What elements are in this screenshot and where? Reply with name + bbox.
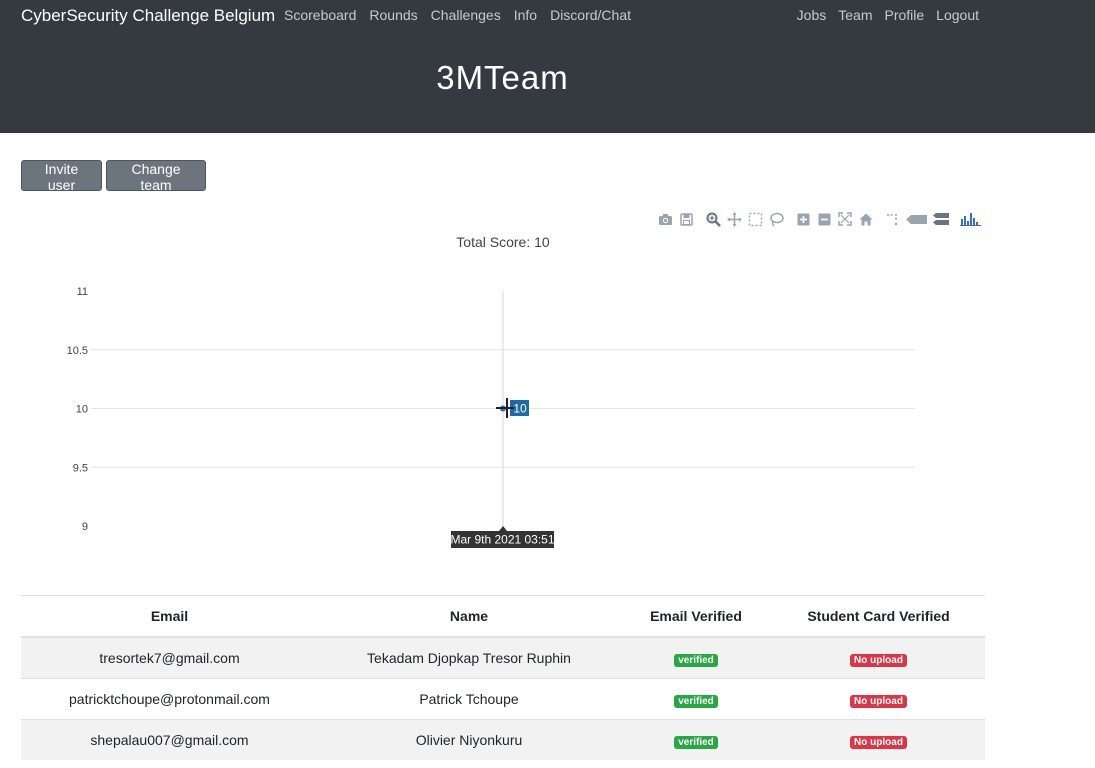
box-select-icon[interactable] xyxy=(747,211,763,227)
cell-email: tresortek7@gmail.com xyxy=(21,636,318,679)
top-navbar: CyberSecurity Challenge Belgium Scoreboa… xyxy=(0,0,1095,133)
y-tick-label: 11 xyxy=(77,286,88,298)
camera-icon[interactable] xyxy=(657,211,673,227)
table-row: tresortek7@gmail.com Tekadam Djopkap Tre… xyxy=(21,636,985,679)
table-row: patricktchoupe@protonmail.com Patrick Tc… xyxy=(21,678,985,720)
student-card-badge: No upload xyxy=(850,653,907,667)
y-tick-label: 10.5 xyxy=(67,345,88,357)
header-name: Name xyxy=(318,595,620,638)
zoom-out-icon[interactable] xyxy=(816,211,832,227)
spike-lines-icon[interactable] xyxy=(885,211,901,227)
invite-user-button[interactable]: Invite user xyxy=(21,160,102,193)
hover-x-text: Mar 9th 2021 03:51 xyxy=(450,533,554,547)
header-email-verified: Email Verified xyxy=(620,595,772,638)
table-row: shepalau007@gmail.com Olivier Niyonkuru … xyxy=(21,719,985,760)
email-verified-badge: verified xyxy=(674,694,718,708)
hover-closest-icon[interactable] xyxy=(906,211,928,227)
brand-link[interactable]: CyberSecurity Challenge Belgium xyxy=(21,6,275,26)
pan-icon[interactable] xyxy=(726,211,742,227)
autoscale-icon[interactable] xyxy=(837,211,853,227)
team-members-table: Email Name Email Verified Student Card V… xyxy=(21,595,985,760)
reset-axes-icon[interactable] xyxy=(858,211,874,227)
zoom-in-icon[interactable] xyxy=(795,211,811,227)
lasso-select-icon[interactable] xyxy=(768,211,784,227)
y-axis-ticks: 11 10.5 10 9.5 9 xyxy=(67,286,88,533)
table-header-row: Email Name Email Verified Student Card V… xyxy=(21,595,985,638)
page-title: 3MTeam xyxy=(436,59,569,96)
email-verified-badge: verified xyxy=(674,735,718,749)
header-student-card-verified: Student Card Verified xyxy=(772,595,985,638)
nav-challenges[interactable]: Challenges xyxy=(431,7,501,23)
student-card-badge: No upload xyxy=(850,735,907,749)
chart-modebar xyxy=(657,211,987,227)
nav-left-group: Scoreboard Rounds Challenges Info Discor… xyxy=(284,7,631,23)
nav-jobs[interactable]: Jobs xyxy=(797,7,827,23)
zoom-icon[interactable] xyxy=(705,211,721,227)
nav-discord-chat[interactable]: Discord/Chat xyxy=(550,7,631,23)
header-email: Email xyxy=(21,595,318,638)
nav-profile[interactable]: Profile xyxy=(884,7,924,23)
nav-info[interactable]: Info xyxy=(514,7,537,23)
student-card-badge: No upload xyxy=(850,694,907,708)
hover-x-label: Mar 9th 2021 03:51 xyxy=(450,526,555,548)
score-chart[interactable]: Total Score: 10 11 10.5 10 9.5 9 10 Mar 9th … xyxy=(21,230,985,560)
nav-team[interactable]: Team xyxy=(838,7,872,23)
cell-name: Olivier Niyonkuru xyxy=(318,719,620,760)
change-team-button[interactable]: Change team xyxy=(106,160,206,193)
cell-email: patricktchoupe@protonmail.com xyxy=(21,678,318,720)
nav-rounds[interactable]: Rounds xyxy=(369,7,417,23)
nav-scoreboard[interactable]: Scoreboard xyxy=(284,7,356,23)
hover-compare-icon[interactable] xyxy=(933,211,949,227)
email-verified-badge: verified xyxy=(674,653,718,667)
y-tick-label: 9.5 xyxy=(73,462,88,474)
cell-name: Tekadam Djopkap Tresor Ruphin xyxy=(318,636,620,679)
cell-email: shepalau007@gmail.com xyxy=(21,719,318,760)
plotly-logo-icon[interactable] xyxy=(960,211,982,227)
save-icon[interactable] xyxy=(678,211,694,227)
y-tick-label: 10 xyxy=(76,404,88,416)
nav-logout[interactable]: Logout xyxy=(936,7,979,23)
chart-title: Total Score: 10 xyxy=(456,234,550,250)
y-tick-label: 9 xyxy=(82,521,88,533)
cell-name: Patrick Tchoupe xyxy=(318,678,620,720)
nav-right-group: Jobs Team Profile Logout xyxy=(797,7,979,23)
hover-value-text: 10 xyxy=(513,402,527,416)
